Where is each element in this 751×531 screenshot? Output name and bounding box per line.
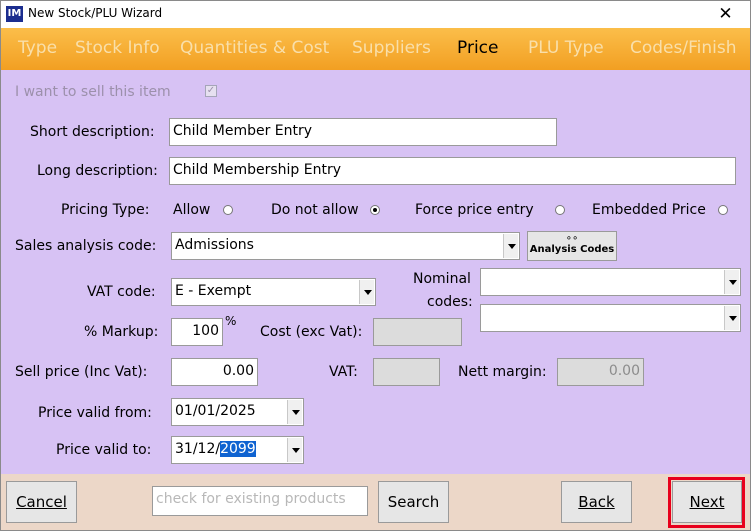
pricing-option-allow-label: Allow	[173, 202, 211, 218]
markup-percent-sign: %	[225, 314, 237, 328]
wizard-footer: Cancel check for existing products Searc…	[1, 474, 750, 530]
sell-item-label: I want to sell this item	[15, 84, 171, 100]
price-valid-from-datepicker[interactable]: 01/01/2025	[171, 398, 304, 426]
pricing-option-embedded-label: Embedded Price	[592, 202, 706, 218]
wizard-window: IM New Stock/PLU Wizard ✕ Type Stock Inf…	[0, 0, 751, 531]
price-valid-to-datepicker[interactable]: 31/12/2099	[171, 436, 304, 464]
glasses-icon: ∘∘	[565, 233, 579, 244]
sell-price-field[interactable]: 0.00	[171, 358, 258, 386]
short-description-field[interactable]: Child Member Entry	[169, 118, 557, 146]
price-valid-from-value: 01/01/2025	[175, 403, 256, 419]
search-button[interactable]: Search	[378, 481, 449, 523]
tab-stock-info[interactable]: Stock Info	[75, 38, 160, 58]
window-title: New Stock/PLU Wizard	[28, 6, 163, 20]
pricing-option-do-not-allow-label: Do not allow	[271, 202, 359, 218]
close-icon[interactable]: ✕	[701, 1, 750, 28]
sell-item-checkbox[interactable]: ✓	[205, 85, 217, 97]
chevron-down-icon[interactable]	[724, 270, 739, 294]
wizard-steps-bar: Type Stock Info Quantities & Cost Suppli…	[1, 28, 750, 70]
tab-type[interactable]: Type	[18, 38, 57, 58]
vat-label: VAT:	[329, 364, 358, 380]
price-valid-to-date-prefix: 31/12/	[175, 441, 221, 457]
sales-analysis-value: Admissions	[175, 237, 254, 253]
nett-margin-field: 0.00	[557, 358, 644, 386]
tab-suppliers[interactable]: Suppliers	[352, 38, 431, 58]
markup-field[interactable]: 100	[171, 318, 223, 346]
price-valid-from-label: Price valid from:	[38, 405, 152, 421]
cost-field	[373, 318, 462, 346]
title-bar: IM New Stock/PLU Wizard ✕	[1, 1, 750, 28]
next-button-highlight	[668, 477, 745, 528]
long-description-label: Long description:	[37, 163, 158, 179]
chevron-down-icon[interactable]	[503, 234, 518, 258]
app-icon: IM	[6, 6, 23, 22]
pricing-option-allow-radio[interactable]	[223, 205, 233, 215]
price-valid-to-year-selected: 2099	[220, 441, 256, 457]
chevron-down-icon[interactable]	[359, 280, 374, 304]
sales-analysis-dropdown[interactable]: Admissions	[171, 232, 520, 260]
vat-field	[373, 358, 440, 386]
nominal-code-dropdown-2[interactable]	[480, 304, 741, 332]
pricing-option-force-label: Force price entry	[415, 202, 534, 218]
cancel-button[interactable]: Cancel	[6, 481, 77, 523]
pricing-option-do-not-allow-radio[interactable]	[370, 205, 380, 215]
tab-plu-type[interactable]: PLU Type	[528, 38, 604, 58]
tab-quantities-cost[interactable]: Quantities & Cost	[180, 38, 329, 58]
analysis-codes-label: Analysis Codes	[529, 244, 615, 255]
long-description-field[interactable]: Child Membership Entry	[169, 157, 736, 185]
cost-label: Cost (exc Vat):	[260, 324, 363, 340]
pricing-option-embedded-radio[interactable]	[718, 205, 728, 215]
nett-margin-label: Nett margin:	[458, 364, 547, 380]
vat-code-dropdown[interactable]: E - Exempt	[171, 278, 376, 306]
pricing-type-label: Pricing Type:	[61, 202, 150, 218]
vat-code-label: VAT code:	[87, 284, 156, 300]
chevron-down-icon[interactable]	[287, 438, 302, 462]
pricing-option-force-radio[interactable]	[555, 205, 565, 215]
nominal-codes-label: Nominal	[413, 271, 471, 287]
nominal-code-dropdown-1[interactable]	[480, 268, 741, 296]
nominal-codes-label-2: codes:	[427, 294, 473, 310]
back-button[interactable]: Back	[561, 481, 632, 523]
vat-code-value: E - Exempt	[175, 283, 252, 299]
chevron-down-icon[interactable]	[287, 400, 302, 424]
search-input[interactable]: check for existing products	[152, 486, 368, 516]
tab-price[interactable]: Price	[457, 38, 498, 58]
analysis-codes-button[interactable]: ∘∘ Analysis Codes	[527, 231, 617, 261]
tab-codes-finish[interactable]: Codes/Finish	[630, 38, 737, 58]
markup-label: % Markup:	[84, 324, 159, 340]
sell-price-label: Sell price (Inc Vat):	[15, 364, 148, 380]
chevron-down-icon[interactable]	[724, 306, 739, 330]
sales-analysis-label: Sales analysis code:	[15, 238, 157, 254]
price-valid-to-label: Price valid to:	[56, 442, 152, 458]
short-description-label: Short description:	[30, 124, 155, 140]
